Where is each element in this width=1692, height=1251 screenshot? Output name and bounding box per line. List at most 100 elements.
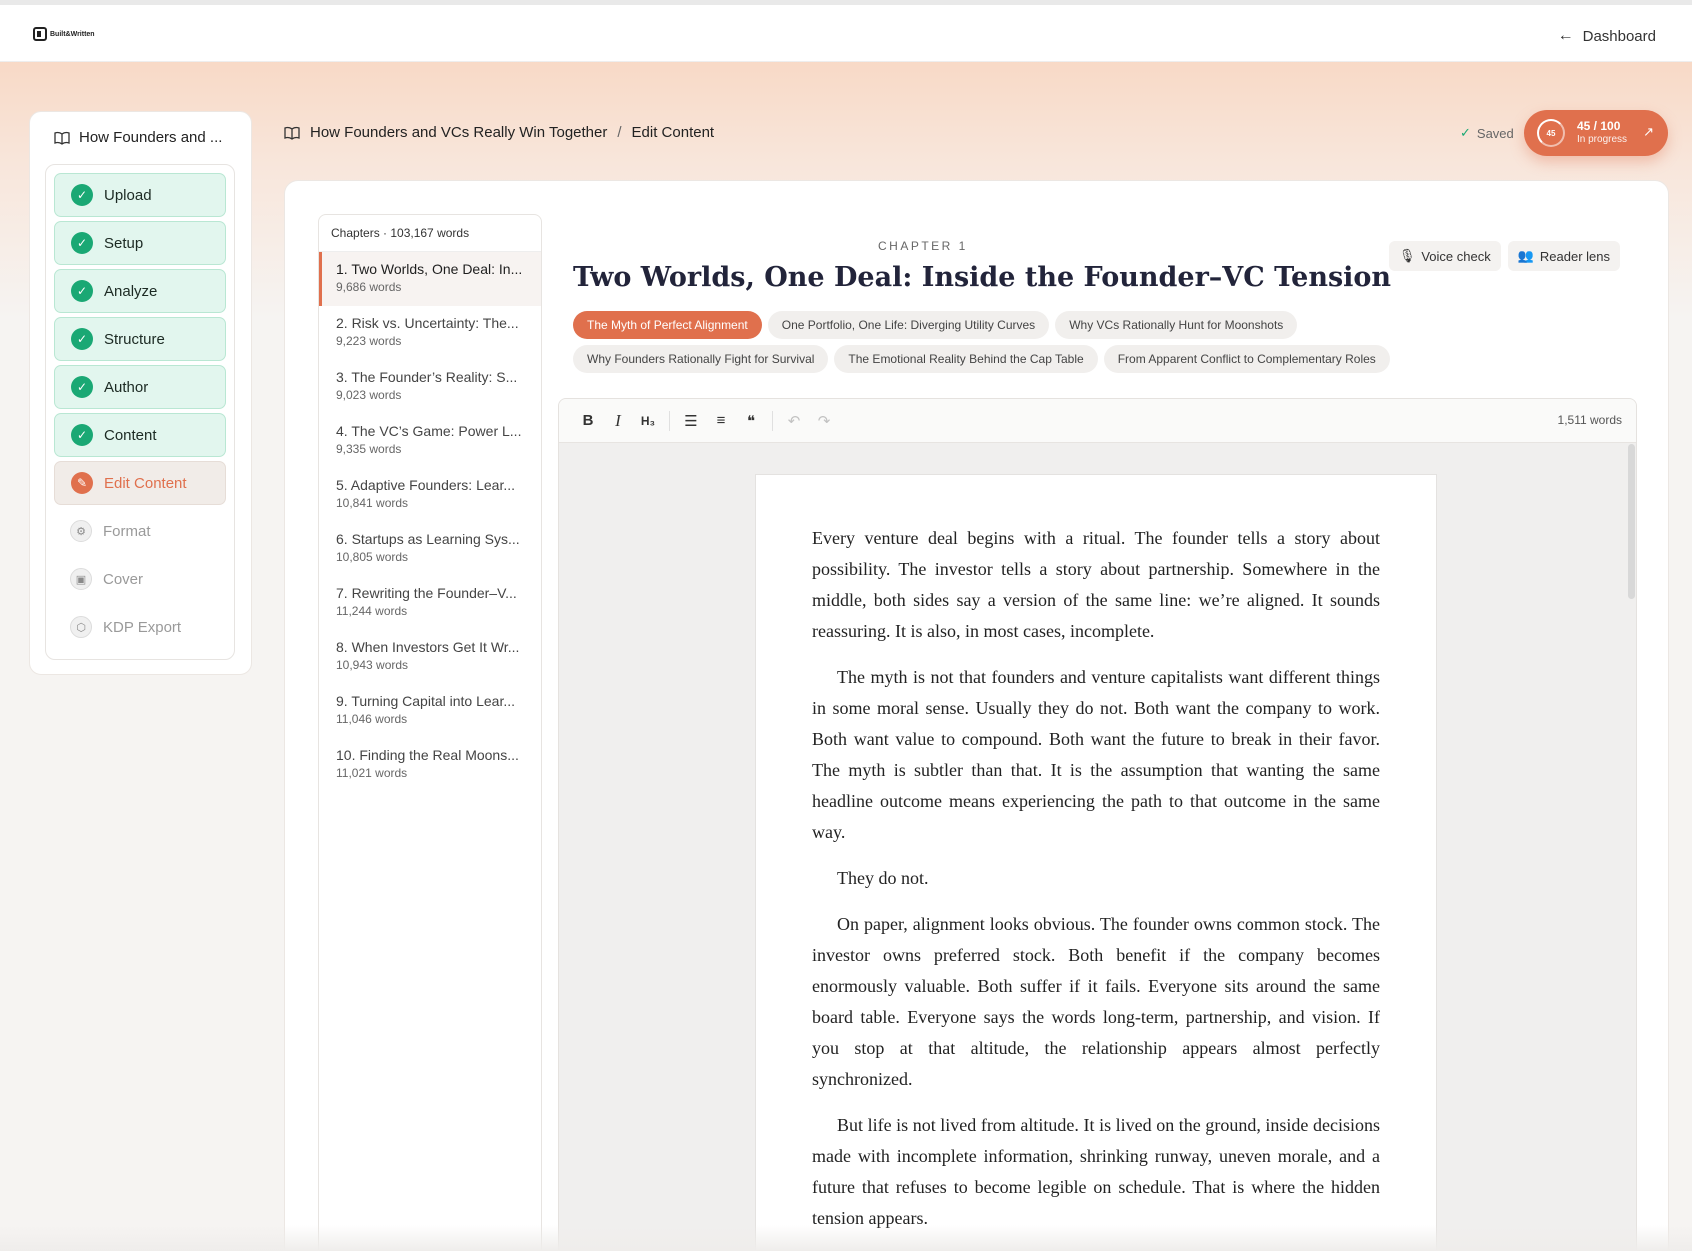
voice-icon: 🎙 [1398,248,1416,263]
chapter-list-header: Chapters · 103,167 words [319,215,541,252]
dashboard-label: Dashboard [1582,27,1656,45]
bold-button[interactable]: B [573,406,603,436]
step-label: Format [103,522,151,540]
chapter-words: 10,841 words [336,496,409,510]
chapter-words: 11,046 words [336,712,408,726]
section-tag[interactable]: From Apparent Conflict to Complementary … [1103,345,1390,373]
section-tag[interactable]: The Emotional Reality Behind the Cap Tab… [834,345,1098,373]
reader-lens-button[interactable]: 👥 Reader lens [1507,241,1620,271]
chapter-item-9[interactable]: 9. Turning Capital into Lear... 11,046 wo… [319,684,541,738]
paragraph[interactable]: But life is not lived from altitude. It … [812,1110,1380,1234]
quality-score-badge[interactable]: 45 45 / 100 In progress ↗ [1524,110,1668,156]
section-tag[interactable]: Why VCs Rationally Hunt for Moonshots [1055,311,1298,339]
step-label: Author [104,378,149,396]
paragraph[interactable]: On paper, alignment looks obvious. The f… [812,909,1380,1095]
chapter-words: 9,223 words [336,334,402,348]
chapter-item-4[interactable]: 4. The VC’s Game: Power L... 9,335 words [319,414,541,468]
sidebar-book-title: How Founders and ... [54,129,222,146]
chapter-title: 4. The VC’s Game: Power L... [336,423,522,439]
chapter-words: 11,021 words [336,766,408,780]
breadcrumb-book[interactable]: How Founders and VCs Really Win Together [310,124,607,141]
paragraph[interactable]: They do not. [812,863,1380,894]
toolbar-divider [669,410,670,431]
step-label: Structure [104,330,165,348]
check-circle-icon: ✓ [71,376,93,398]
section-tag[interactable]: One Portfolio, One Life: Diverging Utili… [767,311,1050,339]
workflow-steps: ✓ Upload ✓ Setup ✓ Analyze ✓ Structure ✓ Auth… [45,164,235,660]
image-icon: ▣ [70,568,92,590]
edit-document-icon: ✎ [71,472,93,494]
chapter-item-8[interactable]: 8. When Investors Get It Wr... 10,943 wor… [319,630,541,684]
step-edit-content[interactable]: ✎ Edit Content [54,461,226,505]
chapter-title: 9. Turning Capital into Lear... [336,693,515,709]
chapter-item-2[interactable]: 2. Risk vs. Uncertainty: The... 9,223 wor… [319,306,541,360]
check-circle-icon: ✓ [71,328,93,350]
saved-label: Saved [1476,125,1514,141]
check-circle-icon: ✓ [71,424,93,446]
heading-button[interactable]: H₃ [633,406,663,436]
numbered-list-button[interactable]: ≡ [706,406,736,436]
open-book-icon [54,131,70,145]
step-setup[interactable]: ✓ Setup [54,221,226,265]
breadcrumb-page: Edit Content [631,124,715,141]
chapter-item-3[interactable]: 3. The Founder’s Reality: S... 9,023 word… [319,360,541,414]
section-tag[interactable]: Why Founders Rationally Fight for Surviv… [573,345,829,373]
chapter-item-5[interactable]: 5. Adaptive Founders: Lear... 10,841 word… [319,468,541,522]
bullet-list-button[interactable]: ☰ [676,406,706,436]
step-kdp-export[interactable]: ⬡ KDP Export [54,605,226,649]
app-logo[interactable]: Built&Written [33,27,95,41]
score-value: 45 / 100 [1577,119,1621,133]
step-structure[interactable]: ✓ Structure [54,317,226,361]
step-label: Setup [104,234,144,252]
step-label: Cover [103,570,144,588]
chapter-words: 10,943 words [336,658,409,672]
chapter-title: 5. Adaptive Founders: Lear... [336,477,516,493]
undo-button[interactable]: ↶ [779,406,809,436]
step-author[interactable]: ✓ Author [54,365,226,409]
chapter-title: 7. Rewriting the Founder–V... [336,585,517,601]
section-tag[interactable]: The Myth of Perfect Alignment [573,311,762,339]
step-format[interactable]: ⚙ Format [54,509,226,553]
score-status: In progress [1577,134,1628,145]
progress-ring-icon: 45 [1537,119,1565,147]
chapter-title: 6. Startups as Learning Sys... [336,531,520,547]
paragraph[interactable]: The myth is not that founders and ventur… [812,662,1380,848]
editor-scrollbar[interactable] [1628,444,1635,599]
arrow-left-icon: ← [1557,27,1574,44]
italic-button[interactable]: I [603,406,633,436]
editor-card: Chapters · 103,167 words 1. Two Worlds, … [284,180,1669,1251]
step-label: Edit Content [104,474,187,492]
chapter-title: 2. Risk vs. Uncertainty: The... [336,315,519,331]
chapter-item-1[interactable]: 1. Two Worlds, One Deal: In... 9,686 word… [319,252,541,306]
top-bar: Built&Written ← Dashboard [0,0,1692,62]
quote-button[interactable]: ❝ [736,406,766,436]
chapter-title: 3. The Founder’s Reality: S... [336,369,518,385]
save-status: ✓ Saved [1460,125,1514,141]
book-title-text: How Founders and ... [79,129,223,146]
step-analyze[interactable]: ✓ Analyze [54,269,226,313]
users-icon: 👥 [1517,248,1534,263]
gear-icon: ⚙ [70,520,92,542]
chapter-heading: Two Worlds, One Deal: Inside the Founder… [573,262,1392,293]
check-circle-icon: ✓ [71,280,93,302]
step-cover[interactable]: ▣ Cover [54,557,226,601]
package-icon: ⬡ [70,616,92,638]
chapter-item-7[interactable]: 7. Rewriting the Founder–V... 11,244 word… [319,576,541,630]
chapter-item-6[interactable]: 6. Startups as Learning Sys... 10,805 wor… [319,522,541,576]
voice-check-label: Voice check [1421,248,1491,264]
editor-page[interactable]: Every venture deal begins with a ritual.… [755,474,1437,1251]
chapter-words: 9,686 words [336,280,402,294]
chapter-tools: 🎙 Voice check 👥 Reader lens [1388,241,1620,271]
dashboard-link[interactable]: ← Dashboard [1558,27,1656,45]
redo-button[interactable]: ↷ [809,406,839,436]
editor-toolbar: B I H₃ ☰ ≡ ❝ ↶ ↷ 1,511 words [559,399,1636,443]
chapter-title: 1. Two Worlds, One Deal: In... [336,261,523,277]
check-icon: ✓ [1460,125,1471,140]
chapter-item-10[interactable]: 10. Finding the Real Moons... 11,021 word… [319,738,541,792]
reader-lens-label: Reader lens [1539,248,1610,264]
voice-check-button[interactable]: 🎙 Voice check [1388,241,1501,271]
paragraph[interactable]: Every venture deal begins with a ritual.… [812,523,1380,647]
step-upload[interactable]: ✓ Upload [54,173,226,217]
step-content[interactable]: ✓ Content [54,413,226,457]
check-circle-icon: ✓ [71,232,93,254]
